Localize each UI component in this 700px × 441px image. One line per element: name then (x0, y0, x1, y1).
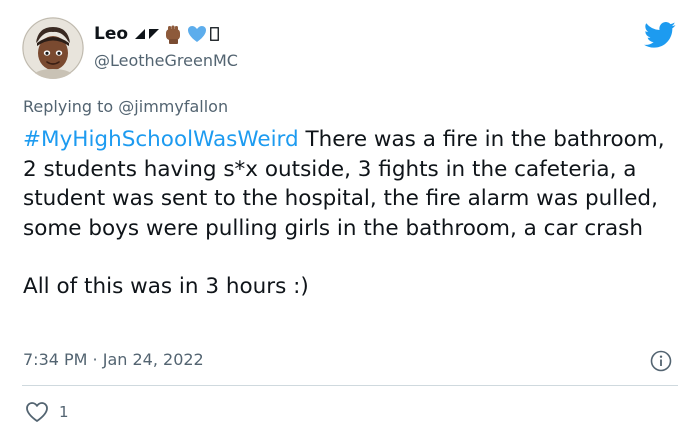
tweet-paragraph-1: #MyHighSchoolWasWeird There was a fire i… (23, 125, 683, 243)
heart-outline-icon (26, 402, 48, 422)
info-icon[interactable] (650, 350, 672, 372)
like-count: 1 (59, 403, 69, 421)
replying-to-line: Replying to @jimmyfallon (23, 96, 228, 118)
reply-mention-link[interactable]: @jimmyfallon (118, 97, 228, 116)
tweet-paragraph-2: All of this was in 3 hours :) (23, 274, 309, 299)
author-handle[interactable]: @LeotheGreenMC (94, 50, 238, 72)
hashtag-link[interactable]: #MyHighSchoolWasWeird (23, 127, 299, 152)
raised-fist-icon (166, 25, 181, 44)
divider (22, 385, 678, 386)
blue-heart-icon (188, 26, 207, 42)
triangle-down-icon (149, 29, 160, 39)
display-name-text: Leo (94, 24, 129, 44)
tweet-text: #MyHighSchoolWasWeird There was a fire i… (23, 125, 683, 302)
tweet-timestamp[interactable]: 7:34 PM · Jan 24, 2022 (23, 349, 204, 371)
triangle-up-icon (135, 29, 146, 39)
display-name-emoji (134, 23, 219, 45)
avatar[interactable] (22, 17, 84, 79)
display-name[interactable]: Leo (94, 22, 219, 46)
twitter-bird-icon[interactable] (644, 22, 676, 48)
tweet-card: Leo @LeotheGreenMC Replying to @jimmyfal… (0, 0, 700, 441)
replying-to-label: Replying to (23, 97, 114, 116)
like-button[interactable]: 1 (25, 401, 69, 423)
missing-glyph-icon (210, 27, 219, 41)
